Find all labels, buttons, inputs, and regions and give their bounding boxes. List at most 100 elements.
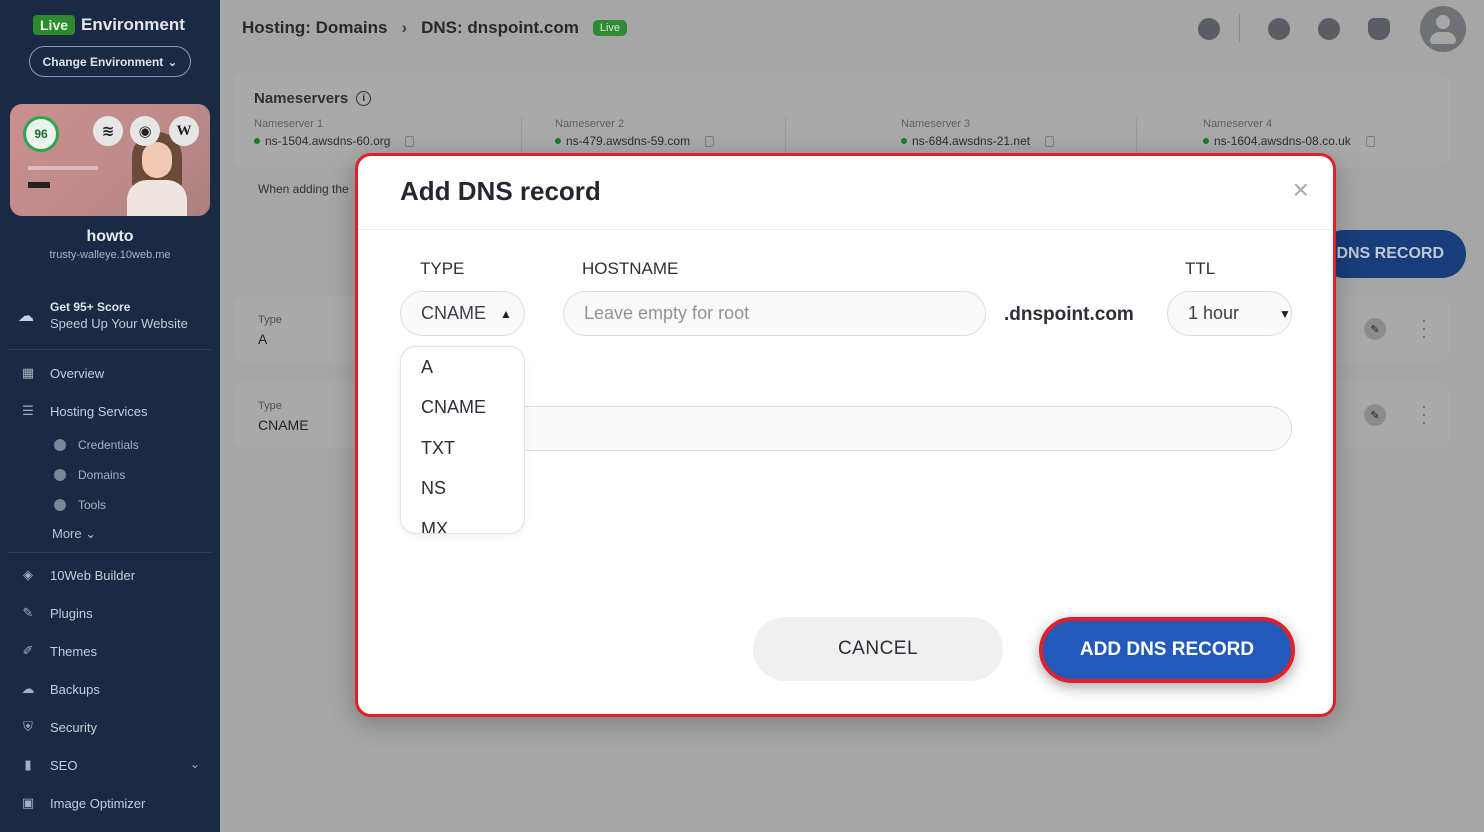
copy-icon[interactable]	[1365, 135, 1375, 147]
live-badge: Live	[592, 20, 628, 36]
site-url[interactable]: trusty-walleye.10web.me	[0, 249, 220, 261]
chevron-down-icon: ⌄	[85, 526, 97, 541]
close-icon[interactable]: ×	[1293, 176, 1309, 204]
cloud-upload-icon: ☁	[18, 307, 34, 325]
eye-icon[interactable]: ◉	[130, 116, 160, 146]
shield-icon: ⛨	[23, 719, 33, 734]
nameserver-label: Nameserver 4	[1203, 118, 1273, 130]
type-select[interactable]: CNAME ▲	[400, 291, 525, 336]
divider	[8, 349, 212, 350]
type-option-a[interactable]: A	[401, 347, 524, 388]
performance-score[interactable]: 96	[23, 116, 59, 152]
add-dns-record-button[interactable]: ADD DNS RECORD	[1039, 617, 1295, 683]
record-type-value: A	[258, 331, 268, 347]
more-vertical-icon[interactable]: · · ·	[1420, 311, 1428, 345]
site-preview-card[interactable]: 96 ≋ ◉ W	[10, 104, 210, 216]
divider	[358, 229, 1333, 230]
hostname-label: HOSTNAME	[582, 259, 679, 278]
record-type-label: Type	[258, 400, 282, 412]
type-option-ns[interactable]: NS	[401, 469, 524, 510]
divider	[521, 118, 522, 154]
value-input[interactable]	[400, 406, 1292, 451]
promo-title: Get 95+ Score	[50, 300, 131, 314]
wordpress-icon[interactable]: W	[169, 116, 199, 146]
add-dns-record-button-background[interactable]: DNS RECORD	[1320, 230, 1466, 278]
nameserver-value: ns-479.awsdns-59.com	[566, 134, 691, 148]
status-dot	[901, 138, 907, 144]
breadcrumb-hosting-domains[interactable]: Hosting: Domains	[242, 18, 387, 38]
nameserver-label: Nameserver 3	[901, 118, 971, 130]
environment-header: Live Environment	[33, 15, 185, 35]
nameserver-1: Nameserver 1 ns-1504.awsdns-60.org	[254, 118, 415, 148]
sidebar-subitem-credentials[interactable]: Credentials	[54, 438, 139, 452]
edit-icon[interactable]: ✎	[1364, 318, 1386, 340]
layers-icon[interactable]: ≋	[93, 116, 123, 146]
bell-icon[interactable]	[1368, 18, 1390, 40]
sidebar-item-label: Themes	[50, 643, 97, 659]
refresh-icon[interactable]	[1318, 18, 1340, 40]
edit-icon[interactable]: ✎	[1364, 404, 1386, 426]
sidebar-item-themes[interactable]: ✐ Themes	[20, 643, 97, 659]
add-dns-record-label: DNS RECORD	[1336, 245, 1444, 262]
server-icon: ☰	[22, 403, 34, 418]
sidebar-item-10web-builder[interactable]: ◈ 10Web Builder	[20, 567, 135, 583]
nameservers-title: Nameservers i	[254, 90, 372, 107]
sidebar-item-label: Plugins	[50, 605, 93, 621]
preview-button	[28, 182, 50, 188]
sidebar-subitem-label: Credentials	[78, 438, 139, 452]
sidebar-item-backups[interactable]: ☁ Backups	[20, 681, 100, 697]
live-badge: Live	[33, 15, 76, 35]
divider	[1239, 14, 1240, 42]
plug-icon: ✎	[22, 605, 34, 620]
nameserver-4: Nameserver 4 ns-1604.awsdns-08.co.uk	[1203, 118, 1375, 148]
status-dot	[555, 138, 561, 144]
tools-icon	[54, 499, 66, 511]
type-option-mx[interactable]: MX	[401, 509, 524, 533]
image-icon: ▣	[21, 795, 35, 810]
sidebar-item-hosting-services[interactable]: ☰ Hosting Services	[20, 403, 147, 419]
sidebar-subitem-tools[interactable]: Tools	[54, 498, 106, 512]
chevron-down-icon[interactable]: ⌄	[190, 757, 200, 771]
nameserver-value: ns-1504.awsdns-60.org	[265, 134, 391, 148]
speed-promo[interactable]: ☁ Get 95+ Score Speed Up Your Website	[18, 300, 188, 331]
domain-suffix: .dnspoint.com	[1004, 304, 1134, 325]
bar-chart-icon: ▮	[24, 757, 32, 772]
record-type-label: Type	[258, 314, 282, 326]
ttl-select[interactable]: 1 hour ▼	[1167, 291, 1292, 336]
cloud-icon: ☁	[21, 681, 35, 696]
globe-icon	[54, 469, 66, 481]
cancel-button[interactable]: CANCEL	[753, 617, 1003, 681]
info-icon[interactable]: i	[356, 91, 372, 106]
sidebar-item-security[interactable]: ⛨ Security	[20, 719, 97, 735]
status-dot	[1203, 138, 1209, 144]
sidebar-item-overview[interactable]: ▦ Overview	[20, 365, 104, 381]
clock-icon[interactable]	[1198, 18, 1220, 40]
hostname-input[interactable]	[563, 291, 986, 336]
more-vertical-icon[interactable]: · · ·	[1420, 397, 1428, 431]
type-selected-value: CNAME	[421, 303, 487, 323]
nameserver-value: ns-1604.awsdns-08.co.uk	[1214, 134, 1351, 148]
more-label: More	[52, 526, 82, 541]
sidebar-item-image-optimizer[interactable]: ▣ Image Optimizer	[20, 795, 146, 811]
sidebar-subitem-domains[interactable]: Domains	[54, 468, 125, 482]
more-toggle[interactable]: More ⌄	[52, 526, 96, 542]
copy-icon[interactable]	[405, 135, 415, 147]
breadcrumb: Hosting: Domains › DNS: dnspoint.com Liv…	[242, 18, 628, 38]
sidebar: Live Environment Change Environment ⌄ 96…	[0, 0, 220, 832]
change-environment-label: Change Environment	[42, 54, 164, 69]
change-environment-button[interactable]: Change Environment ⌄	[29, 46, 191, 77]
avatar[interactable]	[1420, 6, 1466, 52]
nameserver-label: Nameserver 2	[555, 118, 625, 130]
divider	[1136, 118, 1137, 154]
nameservers-title-text: Nameservers	[254, 90, 349, 107]
type-option-txt[interactable]: TXT	[401, 428, 524, 469]
sidebar-item-plugins[interactable]: ✎ Plugins	[20, 605, 93, 621]
sidebar-item-seo[interactable]: ▮ SEO	[20, 757, 77, 773]
sidebar-item-label: Backups	[50, 681, 100, 697]
brush-icon: ✐	[22, 643, 34, 658]
sidebar-subitem-label: Tools	[78, 498, 107, 512]
pie-chart-icon[interactable]	[1268, 18, 1290, 40]
copy-icon[interactable]	[705, 135, 715, 147]
type-option-cname[interactable]: CNAME	[401, 388, 524, 429]
copy-icon[interactable]	[1045, 135, 1055, 147]
